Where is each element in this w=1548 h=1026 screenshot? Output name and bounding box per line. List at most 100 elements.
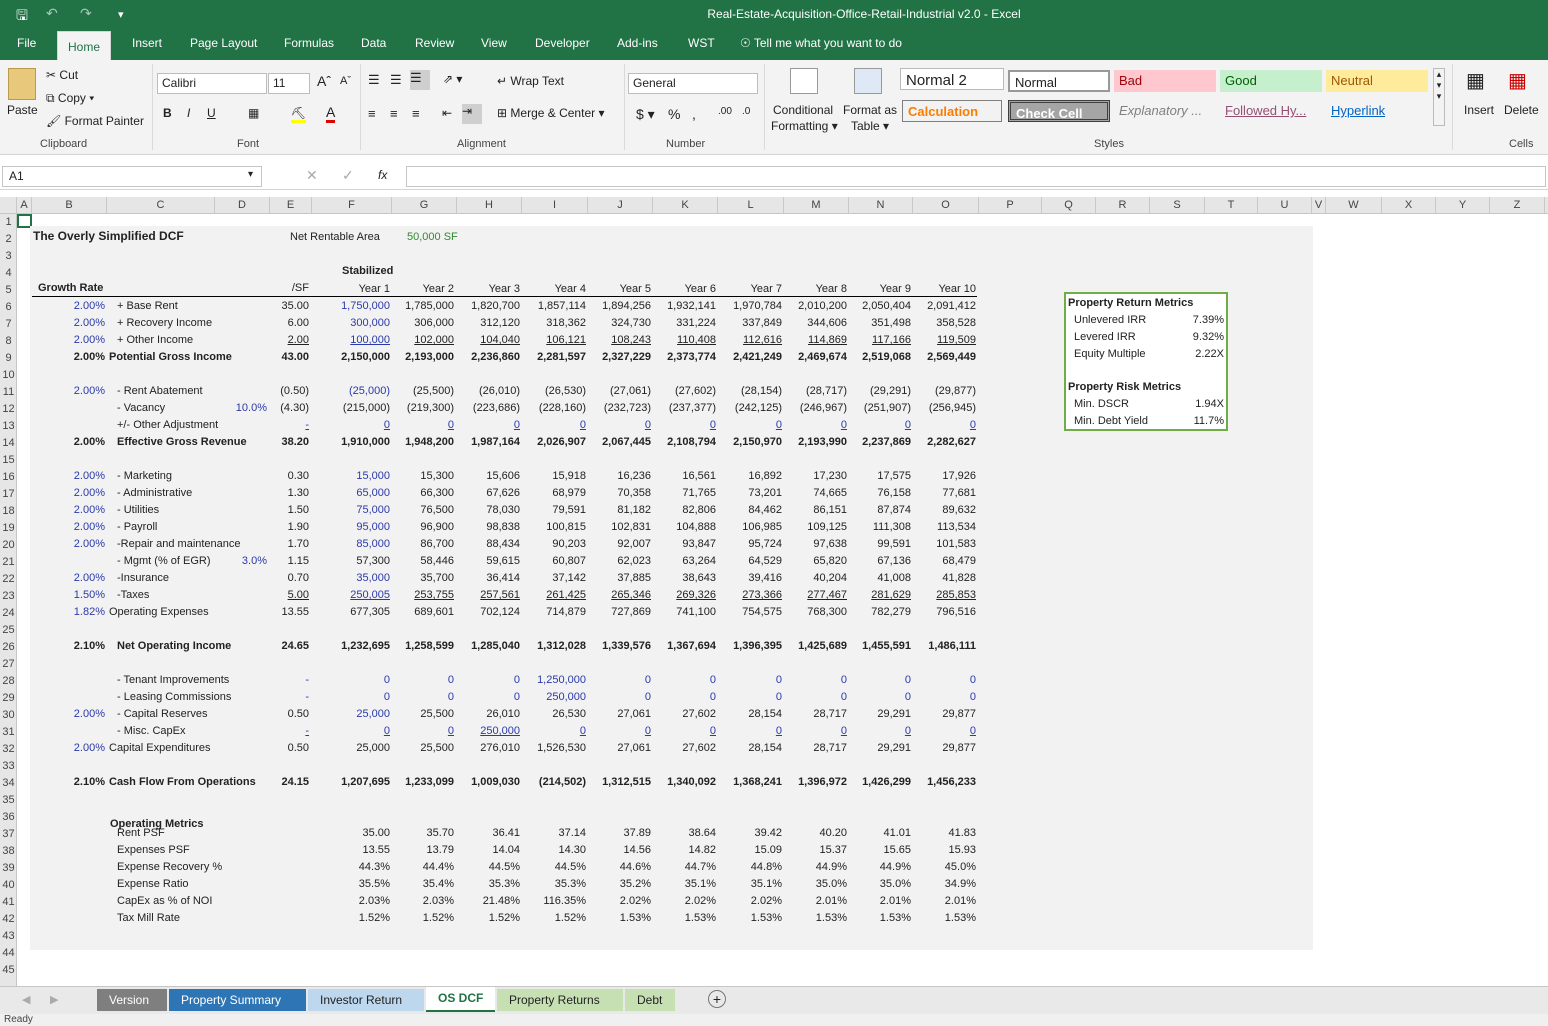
- number-format-select[interactable]: General: [628, 73, 758, 94]
- row-header-39[interactable]: 39: [0, 860, 17, 877]
- style-neutral[interactable]: Neutral: [1326, 70, 1428, 92]
- column-header-v[interactable]: V: [1312, 197, 1326, 214]
- row-header-30[interactable]: 30: [0, 707, 17, 724]
- sheet-tab-version[interactable]: Version: [97, 989, 167, 1011]
- tab-formulas[interactable]: Formulas: [284, 36, 334, 50]
- row-header-26[interactable]: 26: [0, 639, 17, 656]
- increase-decimal-icon[interactable]: .00: [718, 106, 732, 117]
- tab-insert[interactable]: Insert: [132, 36, 162, 50]
- sheet-tab-property-returns[interactable]: Property Returns: [497, 989, 623, 1011]
- column-header-g[interactable]: G: [392, 197, 457, 214]
- name-box[interactable]: A1: [2, 166, 262, 187]
- comma-icon[interactable]: ,: [692, 106, 696, 122]
- row-header-8[interactable]: 8: [0, 333, 17, 350]
- row-header-22[interactable]: 22: [0, 571, 17, 588]
- row-header-4[interactable]: 4: [0, 265, 17, 282]
- column-header-e[interactable]: E: [270, 197, 312, 214]
- bold-button[interactable]: B: [163, 106, 172, 120]
- column-header-z[interactable]: Z: [1490, 197, 1545, 214]
- enter-icon[interactable]: ✓: [342, 167, 354, 184]
- column-header-k[interactable]: K: [653, 197, 718, 214]
- column-header-p[interactable]: P: [979, 197, 1042, 214]
- tab-page-layout[interactable]: Page Layout: [190, 36, 257, 50]
- align-top-icon[interactable]: ☰: [368, 72, 380, 88]
- row-header-34[interactable]: 34: [0, 775, 17, 792]
- row-header-16[interactable]: 16: [0, 469, 17, 486]
- row-header-1[interactable]: 1: [0, 214, 17, 231]
- sheet-tab-os-dcf[interactable]: OS DCF: [426, 987, 495, 1012]
- style-normal-2[interactable]: Normal 2: [900, 68, 1004, 90]
- column-header-a[interactable]: A: [17, 197, 32, 214]
- wrap-text-button[interactable]: ↵ Wrap Text: [497, 74, 564, 88]
- row-header-23[interactable]: 23: [0, 588, 17, 605]
- worksheet-grid[interactable]: The Overly Simplified DCF Net Rentable A…: [17, 214, 1548, 986]
- underline-button[interactable]: U: [207, 106, 216, 120]
- styles-scroll[interactable]: ▴ ▾ ▾: [1433, 68, 1445, 126]
- tab-developer[interactable]: Developer: [535, 36, 590, 50]
- delete-button[interactable]: Delete: [1504, 103, 1539, 117]
- column-header-o[interactable]: O: [913, 197, 979, 214]
- row-header-45[interactable]: 45: [0, 962, 17, 979]
- row-header-19[interactable]: 19: [0, 520, 17, 537]
- align-bottom-icon[interactable]: ☰: [410, 70, 430, 90]
- tab-data[interactable]: Data: [361, 36, 386, 50]
- column-header-h[interactable]: H: [457, 197, 522, 214]
- column-header-n[interactable]: N: [849, 197, 913, 214]
- next-sheet-icon[interactable]: ▶: [50, 993, 58, 1006]
- row-header-10[interactable]: 10: [0, 367, 17, 384]
- font-name-select[interactable]: Calibri: [157, 73, 267, 94]
- column-header-s[interactable]: S: [1150, 197, 1205, 214]
- style-followed-hy[interactable]: Followed Hy...: [1220, 100, 1322, 122]
- merge-center-button[interactable]: ⊞ Merge & Center ▾: [497, 106, 604, 120]
- row-header-14[interactable]: 14: [0, 435, 17, 452]
- column-header-y[interactable]: Y: [1436, 197, 1490, 214]
- column-header-w[interactable]: W: [1326, 197, 1382, 214]
- style-calculation[interactable]: Calculation: [902, 100, 1002, 122]
- select-all-corner[interactable]: [0, 197, 17, 214]
- row-header-17[interactable]: 17: [0, 486, 17, 503]
- column-header-i[interactable]: I: [522, 197, 588, 214]
- row-header-21[interactable]: 21: [0, 554, 17, 571]
- style-check-cell[interactable]: Check Cell: [1008, 100, 1110, 122]
- fill-color-icon[interactable]: ⛏: [291, 106, 307, 123]
- column-header-q[interactable]: Q: [1042, 197, 1096, 214]
- tab-add-ins[interactable]: Add-ins: [617, 36, 658, 50]
- orientation-icon[interactable]: ⇗ ▾: [443, 72, 462, 86]
- row-header-3[interactable]: 3: [0, 248, 17, 265]
- column-header-l[interactable]: L: [718, 197, 784, 214]
- column-header-b[interactable]: B: [32, 197, 107, 214]
- tab-file[interactable]: File: [17, 36, 36, 50]
- conditional-formatting-button-2[interactable]: Formatting ▾: [771, 119, 838, 133]
- row-header-33[interactable]: 33: [0, 758, 17, 775]
- row-header-43[interactable]: 43: [0, 928, 17, 945]
- row-header-31[interactable]: 31: [0, 724, 17, 741]
- insert-icon[interactable]: ▦: [1466, 68, 1485, 93]
- new-sheet-icon[interactable]: +: [708, 990, 726, 1008]
- format-painter-button[interactable]: 🖌 Format Painter: [46, 114, 144, 128]
- row-header-27[interactable]: 27: [0, 656, 17, 673]
- row-header-11[interactable]: 11: [0, 384, 17, 401]
- row-header-15[interactable]: 15: [0, 452, 17, 469]
- paste-icon[interactable]: [8, 68, 36, 100]
- currency-icon[interactable]: $ ▾: [636, 106, 655, 123]
- shrink-font-icon[interactable]: Aˇ: [340, 75, 351, 87]
- row-header-24[interactable]: 24: [0, 605, 17, 622]
- row-header-7[interactable]: 7: [0, 316, 17, 333]
- style-bad[interactable]: Bad: [1114, 70, 1216, 92]
- row-header-13[interactable]: 13: [0, 418, 17, 435]
- row-header-32[interactable]: 32: [0, 741, 17, 758]
- column-header-d[interactable]: D: [215, 197, 270, 214]
- cancel-icon[interactable]: ✕: [306, 167, 318, 184]
- row-header-37[interactable]: 37: [0, 826, 17, 843]
- formula-input[interactable]: [406, 166, 1546, 187]
- column-header-m[interactable]: M: [784, 197, 849, 214]
- row-header-20[interactable]: 20: [0, 537, 17, 554]
- borders-icon[interactable]: ▦: [248, 106, 259, 120]
- percent-icon[interactable]: %: [668, 106, 680, 122]
- row-header-2[interactable]: 2: [0, 231, 17, 248]
- row-header-36[interactable]: 36: [0, 809, 17, 826]
- cut-button[interactable]: ✂ Cut: [46, 68, 78, 82]
- delete-icon[interactable]: ▦: [1508, 68, 1527, 93]
- row-header-18[interactable]: 18: [0, 503, 17, 520]
- tab-wst[interactable]: WST: [688, 36, 715, 50]
